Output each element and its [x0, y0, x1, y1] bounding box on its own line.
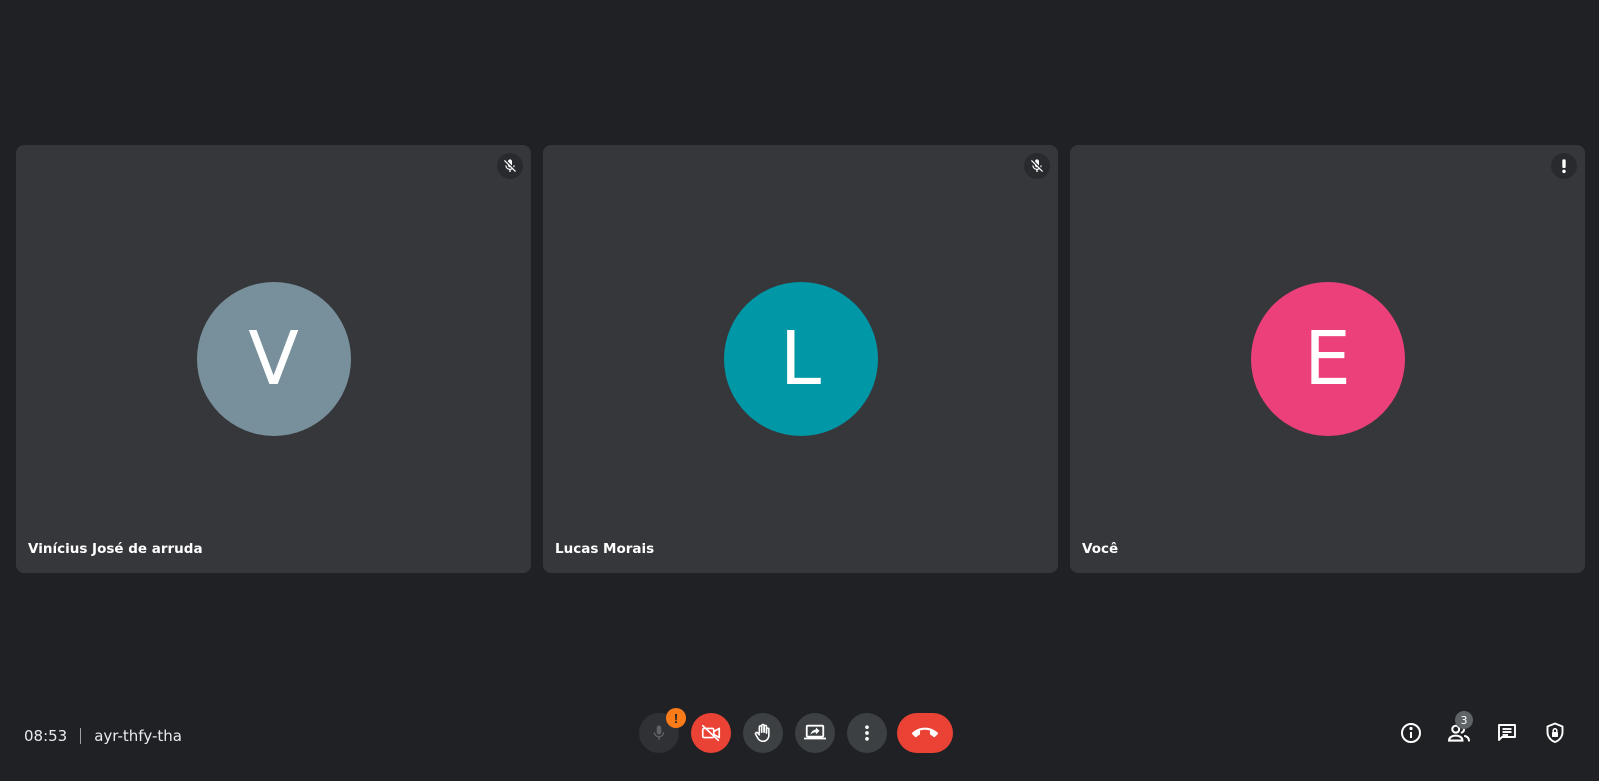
meeting-stage: V Vinícius José de arruda L Lucas Morais… [0, 0, 1599, 781]
leave-call-button[interactable] [897, 713, 953, 753]
microphone-button[interactable]: ! [639, 708, 686, 753]
meeting-details-button[interactable] [1391, 713, 1431, 753]
mic-off-icon [1024, 153, 1050, 179]
mic-icon [653, 725, 665, 740]
participant-avatar: E [1250, 282, 1405, 436]
more-options-button[interactable] [847, 713, 887, 753]
present-screen-icon [804, 724, 826, 740]
participant-tile-self[interactable]: E Você [1070, 145, 1585, 573]
participant-tile[interactable]: L Lucas Morais [543, 145, 1058, 573]
participant-count-badge: 3 [1455, 711, 1473, 729]
people-button[interactable]: 3 [1439, 711, 1479, 753]
info-icon [1401, 723, 1421, 743]
bottom-toolbar: 08:53 ayr-thfy-tha ! 3 [0, 693, 1599, 781]
participant-avatar: V [196, 282, 351, 436]
more-options-icon [865, 725, 869, 741]
host-controls-button[interactable] [1535, 713, 1575, 753]
camera-off-icon [701, 724, 721, 742]
participant-name: Lucas Morais [555, 541, 655, 557]
chat-icon [1498, 724, 1516, 741]
meeting-time: 08:53 [24, 727, 68, 745]
warning-badge: ! [666, 708, 686, 728]
raise-hand-icon [754, 723, 770, 743]
participant-name: Você [1082, 541, 1119, 557]
mic-off-icon [497, 153, 523, 179]
host-controls-icon [1546, 722, 1564, 743]
alert-icon[interactable] [1551, 153, 1577, 179]
chat-button[interactable] [1487, 713, 1527, 753]
divider [80, 728, 82, 744]
participant-tile[interactable]: V Vinícius José de arruda [16, 145, 531, 573]
raise-hand-button[interactable] [743, 713, 783, 753]
call-controls: ! [639, 708, 953, 753]
camera-toggle-button[interactable] [691, 713, 731, 753]
meeting-info: 08:53 ayr-thfy-tha [24, 727, 182, 745]
participant-avatar: L [723, 282, 878, 436]
meeting-code[interactable]: ayr-thfy-tha [94, 727, 182, 745]
hang-up-icon [912, 727, 938, 738]
present-screen-button[interactable] [795, 713, 835, 753]
side-panel-toggles: 3 [1383, 711, 1575, 753]
participant-name: Vinícius José de arruda [28, 541, 203, 557]
